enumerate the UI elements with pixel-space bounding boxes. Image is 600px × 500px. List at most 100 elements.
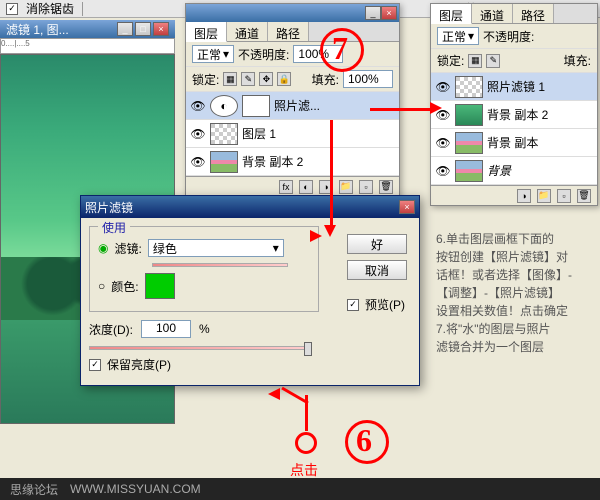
adjustment-layer-icon[interactable]: ◑ [319,180,333,194]
new-layer-icon[interactable]: ▫ [359,180,373,194]
visibility-icon[interactable]: 👁 [190,154,206,170]
mask-thumb [242,95,270,117]
ruler: 0....|....5 [0,38,175,54]
antialias-checkbox[interactable]: ✓ [6,3,18,15]
blend-mode-select[interactable]: 正常▾ [192,45,234,63]
tab-layers[interactable]: 图层 [431,4,472,24]
visibility-icon[interactable]: 👁 [190,126,206,142]
trash-icon[interactable]: 🗑 [577,189,591,203]
ok-button[interactable]: 好 [347,234,407,254]
blend-mode-select[interactable]: 正常▾ [437,27,479,45]
lock-transparency-icon[interactable]: ▦ [223,72,237,86]
use-legend: 使用 [98,219,130,236]
layer-thumb [210,123,238,145]
layer-row[interactable]: 👁 背景 副本 2 [431,101,597,129]
lock-paint-icon[interactable]: ✎ [241,72,255,86]
layer-row[interactable]: 👁 背景 副本 [431,129,597,157]
maximize-button[interactable]: □ [135,22,151,36]
cancel-button[interactable]: 取消 [347,260,407,280]
opacity-label: 不透明度: [238,46,289,63]
layer-row[interactable]: 👁 ◐ 照片滤... [186,92,399,120]
layer-name: 照片滤... [274,97,320,114]
layer-thumb [455,132,483,154]
trash-icon[interactable]: 🗑 [379,180,393,194]
lock-label: 锁定: [437,52,464,69]
color-radio-label: 颜色: [111,278,138,295]
tab-layers[interactable]: 图层 [186,22,227,42]
layer-list: 👁 ◐ 照片滤... 👁 图层 1 👁 背景 副本 2 [186,92,399,176]
tab-channels[interactable]: 通道 [227,22,268,41]
layer-name: 背景 副本 [487,134,538,151]
layers-panel-a: _ × 图层 通道 路径 正常▾ 不透明度: 100% 锁定: ▦ ✎ ✥ 🔒 … [185,3,400,197]
preserve-label: 保留亮度(P) [107,356,171,373]
panel-close-button[interactable]: × [381,6,397,20]
layer-row[interactable]: 👁 背景 副本 2 [186,148,399,176]
close-button[interactable]: × [153,22,169,36]
visibility-icon[interactable]: 👁 [190,98,206,114]
opacity-label: 不透明度: [483,28,534,45]
visibility-icon[interactable]: 👁 [435,135,451,151]
layer-name: 背景 副本 2 [242,153,303,170]
layer-list: 👁 照片滤镜 1 👁 背景 副本 2 👁 背景 副本 👁 背景 [431,73,597,185]
tab-channels[interactable]: 通道 [472,4,513,23]
tab-paths[interactable]: 路径 [268,22,309,41]
lock-paint-icon[interactable]: ✎ [486,54,500,68]
layer-thumb [455,160,483,182]
fill-label: 填充: [564,52,591,69]
density-label: 浓度(D): [89,321,133,338]
folder-icon[interactable]: 📁 [339,180,353,194]
adjustment-icon: ◐ [210,95,238,117]
preview-label: 预览(P) [365,296,405,313]
panel-minimize-button[interactable]: _ [365,6,381,20]
layer-thumb [455,76,483,98]
lock-label: 锁定: [192,71,219,88]
layer-name: 背景 副本 2 [487,106,548,123]
preserve-checkbox[interactable]: ✓ [89,359,101,371]
opacity-input[interactable]: 100% [293,45,343,63]
layer-thumb [455,104,483,126]
fill-input[interactable]: 100% [343,70,393,88]
lock-move-icon[interactable]: ✥ [259,72,273,86]
document-titlebar: 滤镜 1, 图... _ □ × [0,20,175,38]
filter-select[interactable]: 绿色▾ [148,239,284,257]
layer-row[interactable]: 👁 照片滤镜 1 [431,73,597,101]
color-radio[interactable]: ○ [98,279,105,293]
adjustment-layer-icon[interactable]: ◑ [517,189,531,203]
fx-icon[interactable]: fx [279,180,293,194]
layer-name: 图层 1 [242,125,276,142]
density-input[interactable]: 100 [141,320,191,338]
filter-radio[interactable]: ◉ [98,241,108,255]
footer-site: 思缘论坛 [10,481,58,498]
color-swatch[interactable] [145,273,175,299]
layer-name: 照片滤镜 1 [487,78,545,95]
visibility-icon[interactable]: 👁 [435,79,451,95]
layer-row[interactable]: 👁 背景 [431,157,597,185]
lock-all-icon[interactable]: 🔒 [277,72,291,86]
tab-paths[interactable]: 路径 [513,4,554,23]
instructions-text: 6.单击图层画框下面的 按钮创建【照片滤镜】对 话框！或者选择【图像】- 【调整… [436,230,596,356]
dialog-close-button[interactable]: × [399,200,415,214]
layer-name: 背景 [487,162,511,179]
filter-radio-label: 滤镜: [114,240,141,257]
folder-icon[interactable]: 📁 [537,189,551,203]
new-layer-icon[interactable]: ▫ [557,189,571,203]
visibility-icon[interactable]: 👁 [435,163,451,179]
dialog-title: 照片滤镜 [85,199,133,216]
layers-panel-b: 图层 通道 路径 正常▾ 不透明度: 锁定: ▦ ✎ 填充: 👁 照片滤镜 1 … [430,3,598,206]
density-unit: % [199,322,210,336]
fill-label: 填充: [312,71,339,88]
antialias-label: 消除锯齿 [26,0,74,17]
layer-row[interactable]: 👁 图层 1 [186,120,399,148]
preview-checkbox[interactable]: ✓ [347,299,359,311]
layer-thumb [210,151,238,173]
visibility-icon[interactable]: 👁 [435,107,451,123]
density-slider[interactable] [89,346,309,350]
panel-footer: fx ◐ ◑ 📁 ▫ 🗑 [186,176,399,196]
footer-url: WWW.MISSYUAN.COM [70,482,201,496]
photo-filter-dialog: 照片滤镜 × 使用 ◉ 滤镜: 绿色▾ ○ 颜色: 好 取消 ✓ 预览(P) [80,195,420,386]
lock-transparency-icon[interactable]: ▦ [468,54,482,68]
document-title: 滤镜 1, 图... [6,21,69,38]
minimize-button[interactable]: _ [117,22,133,36]
page-footer: 思缘论坛 WWW.MISSYUAN.COM [0,478,600,500]
mask-icon[interactable]: ◐ [299,180,313,194]
